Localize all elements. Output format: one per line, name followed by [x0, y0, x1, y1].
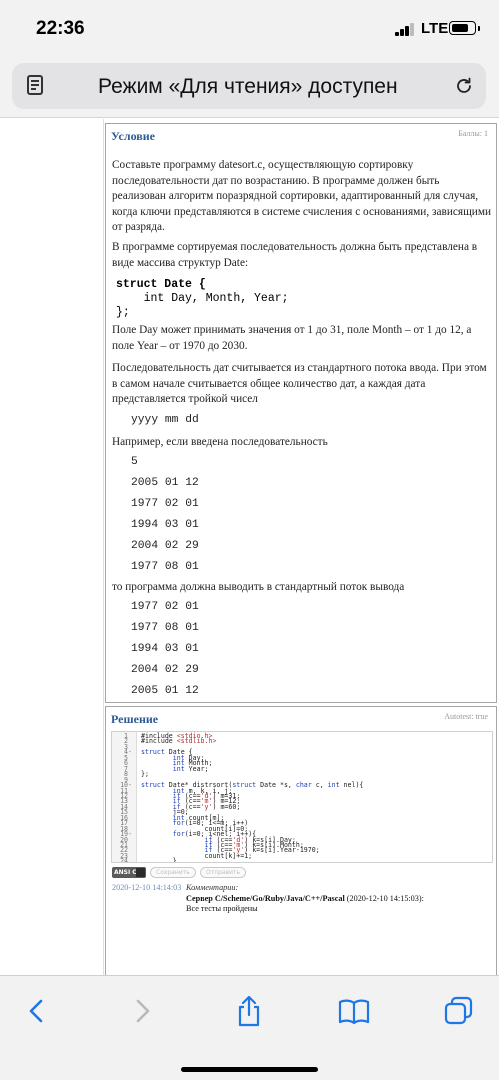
submission-details: Комментарии: Сервер C/Scheme/Go/Ruby/Jav…	[186, 883, 491, 915]
reader-mode-icon[interactable]	[27, 75, 43, 95]
home-indicator	[181, 1067, 318, 1072]
task-paragraph: Например, если введена последовательност…	[112, 436, 328, 448]
output-example-line: 1994 03 01	[131, 643, 199, 655]
test-result: Все тесты пройдены	[186, 904, 258, 913]
language-label: ANSI C	[114, 869, 137, 876]
input-example-line: 1977 08 01	[131, 561, 199, 573]
output-example-line: 1977 08 01	[131, 622, 199, 634]
status-time: 22:36	[36, 18, 85, 39]
task-paragraph: Последовательность дат считывается из ст…	[112, 362, 487, 406]
struct-definition: struct Date { int Day, Month, Year; };	[116, 278, 289, 320]
battery-icon	[449, 21, 480, 35]
address-bar: Режим «Для чтения» доступен	[0, 56, 499, 118]
divider	[103, 119, 104, 975]
output-example-line: 2005 01 12	[131, 685, 199, 697]
reload-icon[interactable]	[454, 76, 474, 96]
task-paragraph: Составьте программу datesort.c, осуществ…	[112, 159, 492, 234]
browser-toolbar	[0, 975, 499, 1080]
code-line: 24 }	[112, 857, 492, 863]
language-select[interactable]: ANSI C	[112, 867, 146, 878]
server-time: (2020-12-10 14:15:03):	[346, 893, 424, 903]
solution-meta: Autotest: true	[444, 712, 488, 721]
chevron-down-icon	[136, 868, 145, 877]
input-format: yyyy mm dd	[131, 414, 199, 426]
comment-label: Комментарии:	[186, 883, 239, 892]
condition-panel: Условие Баллы: 1 Составьте программу dat…	[105, 123, 497, 703]
server-name: Сервер C/Scheme/Go/Ruby/Java/C++/Pascal	[186, 893, 345, 903]
struct-line: int Day, Month, Year;	[116, 292, 289, 305]
share-icon[interactable]	[232, 994, 266, 1028]
tabs-icon[interactable]	[442, 994, 476, 1028]
page-content: Условие Баллы: 1 Составьте программу dat…	[0, 119, 499, 975]
url-field[interactable]: Режим «Для чтения» доступен	[12, 63, 486, 109]
input-example-line: 5	[131, 456, 138, 468]
forward-icon[interactable]	[125, 994, 159, 1028]
submission-date: 2020-12-10 14:14:03	[112, 883, 182, 892]
output-example-line: 1977 02 01	[131, 601, 199, 613]
bookmarks-icon[interactable]	[337, 994, 371, 1028]
struct-line: };	[116, 306, 130, 319]
network-type: LTE	[421, 20, 449, 37]
struct-line: struct Date {	[116, 278, 206, 291]
status-bar: 22:36 LTE	[0, 0, 499, 56]
code-text: }	[141, 857, 177, 863]
server-line: Сервер C/Scheme/Go/Ruby/Java/C++/Pascal …	[186, 894, 491, 905]
input-example-line: 2004 02 29	[131, 540, 199, 552]
condition-title: Условие	[111, 129, 155, 143]
task-paragraph: В программе сортируемая последовательнос…	[112, 241, 478, 269]
back-icon[interactable]	[20, 994, 54, 1028]
signal-icon	[395, 22, 419, 36]
solution-panel: Решение Autotest: true 1 #include <stdio…	[105, 706, 497, 975]
submit-button[interactable]: Отправить	[200, 867, 247, 878]
condition-meta: Баллы: 1	[458, 129, 488, 138]
output-example-line: 2004 02 29	[131, 664, 199, 676]
address-text: Режим «Для чтения» доступен	[98, 75, 398, 98]
input-example-line: 1994 03 01	[131, 519, 199, 531]
input-example-line: 2005 01 12	[131, 477, 199, 489]
task-paragraph: Поле Day может принимать значения от 1 д…	[112, 324, 472, 352]
task-paragraph: то программа должна выводить в стандартн…	[112, 581, 405, 593]
solution-title: Решение	[111, 712, 159, 726]
code-editor[interactable]: 1 #include <stdio.h> 2 #include <stdlib.h…	[111, 731, 493, 863]
save-button[interactable]: Сохранить	[150, 867, 196, 878]
line-number: 24	[120, 857, 132, 863]
input-example-line: 1977 02 01	[131, 498, 199, 510]
